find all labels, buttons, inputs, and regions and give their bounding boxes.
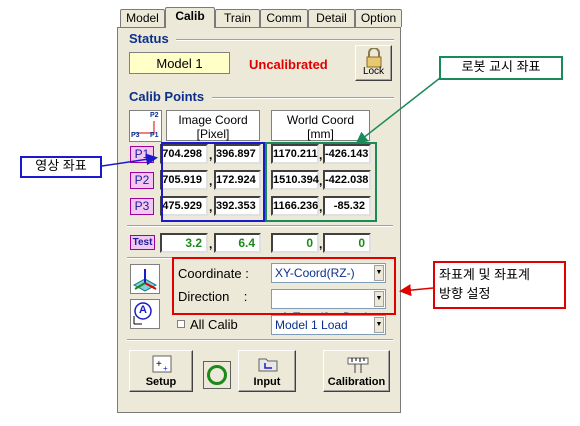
tab-calib[interactable]: Calib	[165, 7, 215, 28]
annotation-arrows	[101, 77, 441, 297]
arrow-coord-direction	[399, 284, 434, 297]
arrow-image-coord	[101, 153, 158, 167]
arrow-robot-coord	[355, 77, 441, 144]
